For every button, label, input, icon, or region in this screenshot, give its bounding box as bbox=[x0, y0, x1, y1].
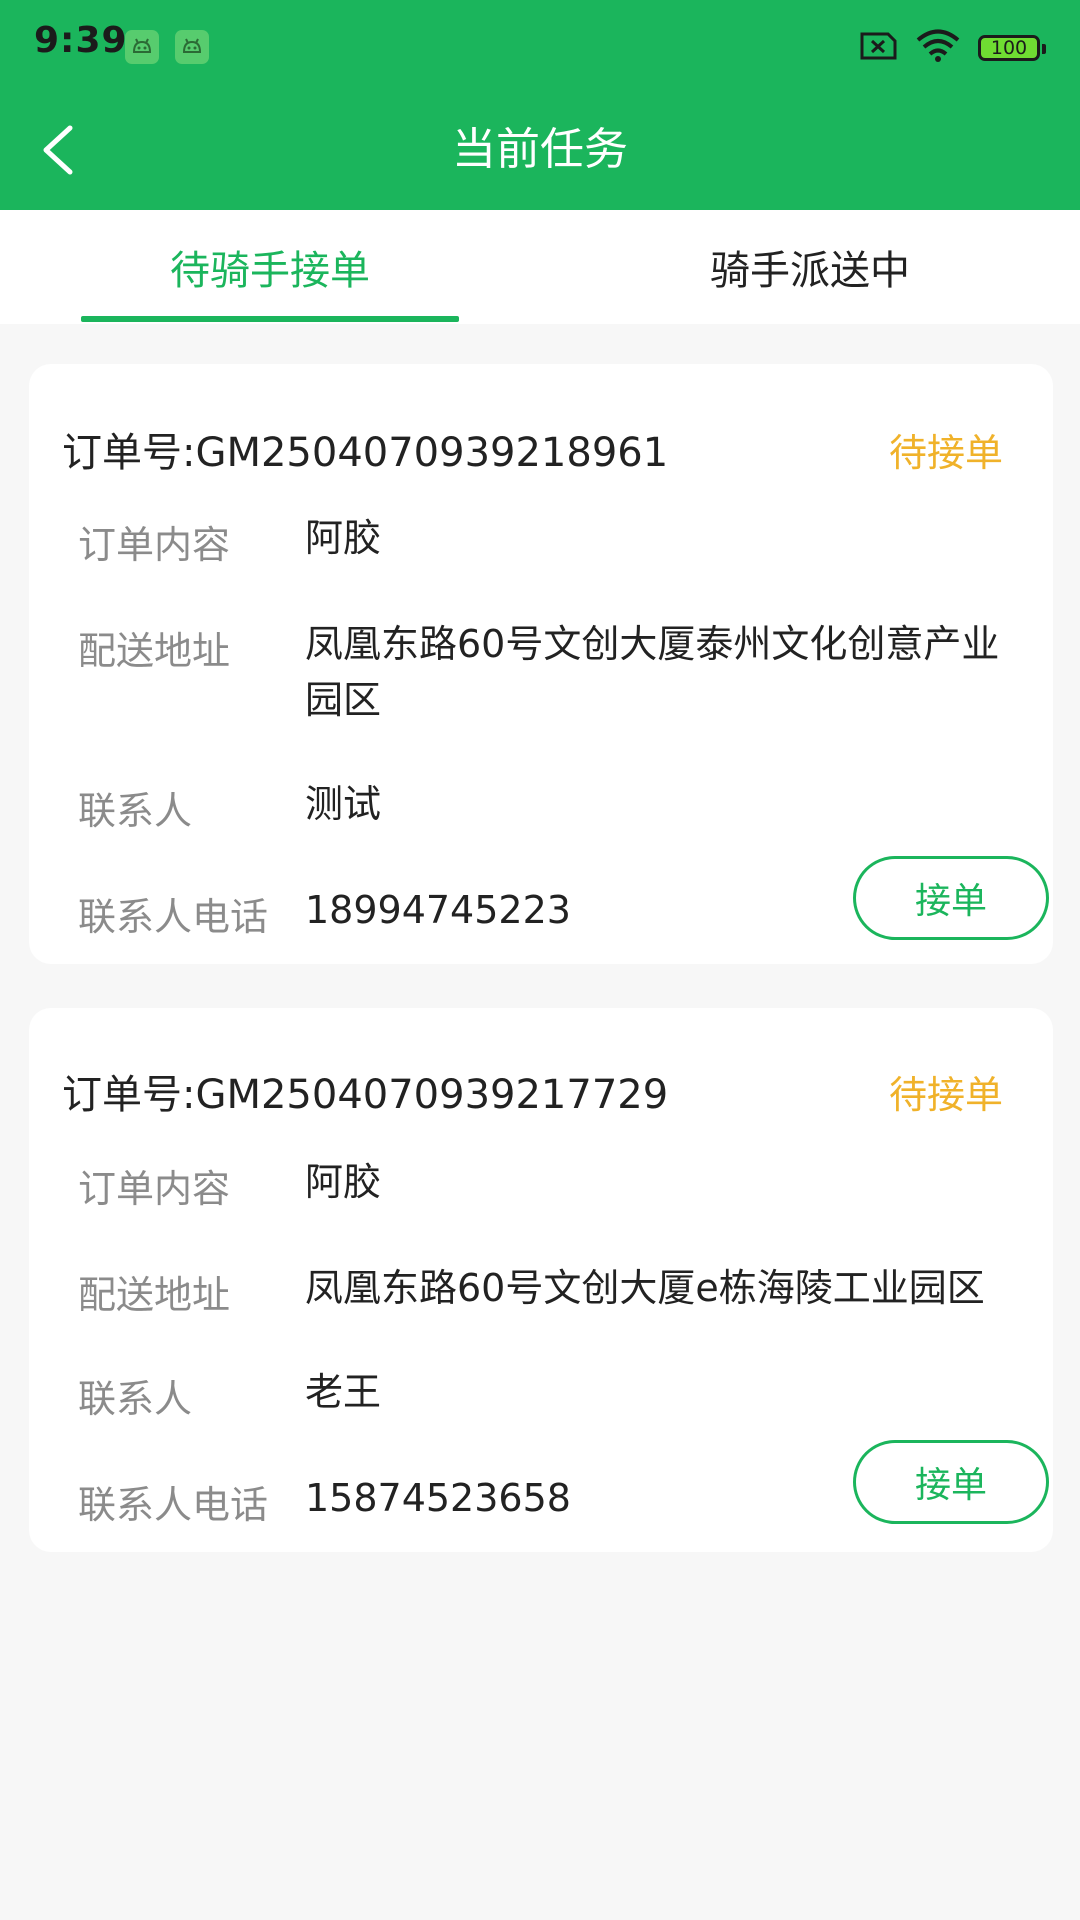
active-tab-indicator bbox=[81, 316, 459, 322]
contact-name-value: 老王 bbox=[305, 1370, 382, 1414]
order-status-badge: 待接单 bbox=[888, 431, 1003, 475]
order-number: 订单号:GM2504070939217729 bbox=[62, 1072, 669, 1118]
wifi-icon bbox=[916, 29, 960, 67]
field-label: 联系人电话 bbox=[78, 1483, 269, 1527]
android-app-icon bbox=[125, 30, 159, 64]
order-card: 订单号:GM2504070939218961 待接单 订单内容 阿胶 配送地址 … bbox=[29, 364, 1053, 964]
field-label: 配送地址 bbox=[78, 629, 231, 673]
order-content-value: 阿胶 bbox=[305, 516, 382, 560]
battery-icon: 100 bbox=[978, 35, 1046, 61]
tab-pending-pickup[interactable]: 待骑手接单 bbox=[81, 210, 459, 324]
field-label: 订单内容 bbox=[78, 523, 231, 567]
order-content-value: 阿胶 bbox=[305, 1160, 382, 1204]
field-label: 订单内容 bbox=[78, 1167, 231, 1211]
accept-order-button[interactable]: 接单 bbox=[853, 1440, 1049, 1524]
field-label: 联系人电话 bbox=[78, 895, 269, 939]
android-app-icon bbox=[175, 30, 209, 64]
contact-name-value: 测试 bbox=[305, 782, 382, 826]
field-label: 联系人 bbox=[78, 789, 193, 833]
field-label: 联系人 bbox=[78, 1377, 193, 1421]
status-icons: 100 bbox=[858, 28, 1046, 68]
battery-level: 100 bbox=[990, 37, 1028, 59]
delivery-address-value: 凤凰东路60号文创大厦e栋海陵工业园区 bbox=[305, 1266, 985, 1310]
tab-delivering[interactable]: 骑手派送中 bbox=[621, 210, 999, 324]
field-label: 配送地址 bbox=[78, 1273, 231, 1317]
tab-bar: 待骑手接单 骑手派送中 bbox=[0, 210, 1080, 324]
order-status-badge: 待接单 bbox=[888, 1073, 1003, 1117]
status-time: 9:39 bbox=[34, 20, 128, 61]
order-number: 订单号:GM2504070939218961 bbox=[62, 430, 669, 476]
delivery-address-value: 凤凰东路60号文创大厦泰州文化创意产业园区 bbox=[305, 622, 1000, 722]
sim-error-icon bbox=[858, 31, 898, 65]
page-title: 当前任务 bbox=[452, 124, 628, 175]
app-header: 9:39 100 当前任务 bbox=[0, 0, 1080, 210]
order-card: 订单号:GM2504070939217729 待接单 订单内容 阿胶 配送地址 … bbox=[29, 1008, 1053, 1552]
accept-order-button[interactable]: 接单 bbox=[853, 856, 1049, 940]
